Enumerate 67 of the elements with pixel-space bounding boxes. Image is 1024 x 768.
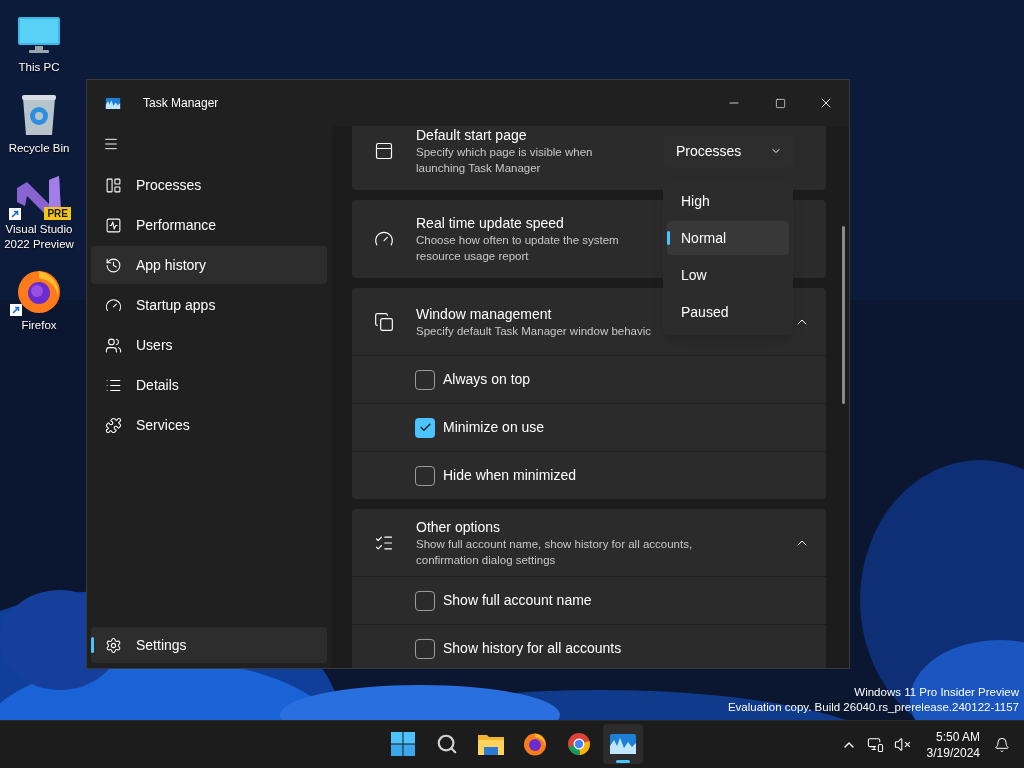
setting-title: Default start page bbox=[416, 126, 528, 144]
windows-icon bbox=[374, 312, 394, 332]
menu-item[interactable]: Normal bbox=[667, 221, 789, 255]
nav-item[interactable]: Performance bbox=[91, 206, 327, 244]
checkbox[interactable] bbox=[415, 417, 435, 438]
page-icon bbox=[374, 141, 394, 161]
gauge-icon bbox=[105, 296, 122, 314]
clock-date[interactable]: 3/19/2024 bbox=[926, 744, 980, 761]
users-icon bbox=[105, 336, 122, 354]
nav-item[interactable]: Details bbox=[91, 366, 327, 404]
folder-icon bbox=[478, 733, 504, 755]
nav-item[interactable]: Startup apps bbox=[91, 286, 327, 324]
option-label: Show history for all accounts bbox=[443, 639, 622, 658]
clock-time[interactable]: 5:50 AM bbox=[935, 728, 980, 745]
active-indicator bbox=[616, 760, 630, 763]
preview-badge: PRE bbox=[44, 207, 71, 220]
puzzle-icon bbox=[105, 416, 122, 434]
option-label: Minimize on use bbox=[443, 418, 545, 437]
menu-item[interactable]: High bbox=[667, 184, 789, 218]
option-label: Always on top bbox=[443, 370, 531, 389]
nav-item[interactable]: Processes bbox=[91, 166, 327, 204]
menu-icon bbox=[103, 136, 119, 152]
task-manager-icon bbox=[105, 97, 121, 109]
task-manager-icon bbox=[610, 734, 636, 754]
history-icon bbox=[105, 256, 122, 274]
notification-bell-icon[interactable] bbox=[994, 736, 1010, 753]
taskbar-app-button[interactable] bbox=[603, 724, 643, 764]
desktop-icon-label[interactable]: This PC bbox=[18, 60, 60, 75]
activity-icon bbox=[105, 216, 122, 234]
network-icon[interactable] bbox=[866, 736, 884, 753]
checkbox[interactable] bbox=[415, 638, 435, 659]
search-icon bbox=[436, 733, 458, 755]
grid-icon bbox=[105, 176, 122, 194]
windows-logo-icon bbox=[391, 732, 415, 756]
menu-item[interactable]: Paused bbox=[667, 295, 789, 329]
checkbox[interactable] bbox=[415, 590, 435, 611]
settings-icon bbox=[105, 636, 122, 654]
nav-item[interactable]: Settings bbox=[91, 627, 327, 663]
window-title: Task Manager bbox=[143, 95, 219, 112]
setting-description: Specify default Task Manager window behavic bbox=[416, 324, 652, 339]
setting-description: Choose how often to update the system resource usage report bbox=[416, 233, 620, 264]
setting-title: Other options bbox=[416, 518, 502, 536]
firefox-icon bbox=[523, 732, 547, 756]
nav-item[interactable]: App history bbox=[91, 246, 327, 284]
chrome-icon bbox=[567, 732, 591, 756]
desktop-icon-label[interactable]: Recycle Bin bbox=[8, 141, 70, 156]
monitor-icon bbox=[17, 16, 61, 56]
build-info-text: Windows 11 Pro Insider Preview bbox=[854, 685, 1019, 700]
setting-title: Real time update speed bbox=[416, 214, 565, 232]
shortcut-arrow-icon bbox=[9, 208, 21, 220]
firefox-icon bbox=[16, 268, 62, 314]
setting-description: Show full account name, show history for all accounts, confirmation dialog settings bbox=[416, 537, 694, 568]
shortcut-arrow-icon bbox=[10, 304, 22, 316]
setting-title: Window management bbox=[416, 305, 553, 323]
nav-item[interactable]: Users bbox=[91, 326, 327, 364]
desktop-icon-label[interactable]: Firefox bbox=[21, 318, 57, 333]
desktop-icon-label[interactable]: Visual Studio 2022 Preview bbox=[0, 222, 78, 252]
volume-muted-icon[interactable] bbox=[893, 736, 911, 753]
option-label: Hide when minimized bbox=[443, 466, 577, 485]
checkbox[interactable] bbox=[415, 465, 435, 486]
checkbox[interactable] bbox=[415, 369, 435, 390]
menu-item[interactable]: Low bbox=[667, 258, 789, 292]
maximize-icon bbox=[774, 97, 786, 109]
setting-description: Specify which page is visible when launching Task Manager bbox=[416, 145, 594, 176]
option-label: Show full account name bbox=[443, 591, 592, 610]
check-icon bbox=[418, 421, 432, 434]
nav-item[interactable]: Services bbox=[91, 406, 327, 444]
